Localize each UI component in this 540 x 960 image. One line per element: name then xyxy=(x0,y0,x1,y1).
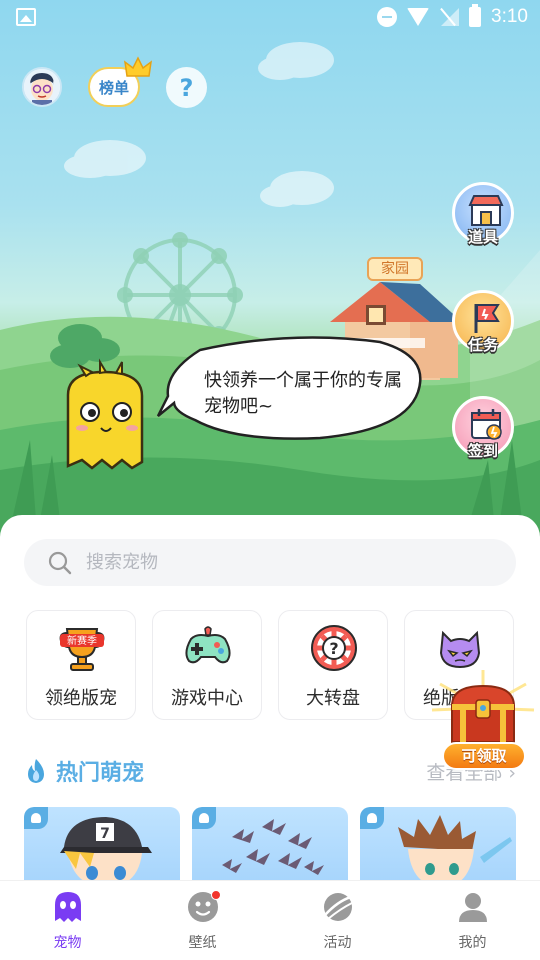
tab-label: 我的 xyxy=(458,935,487,951)
wifi-icon xyxy=(407,8,430,26)
leaderboard-label: 榜单 xyxy=(98,78,129,97)
help-button[interactable]: ? xyxy=(166,67,207,108)
tasks-button[interactable]: 任务 xyxy=(452,290,514,354)
home-sign[interactable]: 家园 xyxy=(367,257,423,281)
props-label: 道具 xyxy=(467,228,499,246)
devil-pet-icon xyxy=(439,630,481,669)
section-title: 热门萌宠 xyxy=(56,761,145,786)
pet-card-row: 7 xyxy=(24,807,540,887)
search-bar[interactable] xyxy=(24,539,516,586)
claim-label: 可领取 xyxy=(442,742,526,770)
gamepad-icon xyxy=(185,626,231,664)
flag-icon xyxy=(474,304,500,333)
pet-badge-icon xyxy=(360,807,384,829)
pet-card[interactable] xyxy=(192,807,348,887)
category-label: 游戏中心 xyxy=(171,688,243,709)
tab-wallpaper[interactable]: 壁纸 xyxy=(135,881,270,960)
yellow-pet xyxy=(66,358,144,470)
avatar-face-icon xyxy=(24,69,60,105)
flame-icon xyxy=(28,759,44,783)
search-input[interactable] xyxy=(86,547,486,578)
status-time: 3:10 xyxy=(491,6,528,27)
pet-card[interactable]: 7 xyxy=(24,807,180,887)
no-signal-icon xyxy=(439,8,460,26)
user-avatar[interactable] xyxy=(22,67,62,107)
treasure-chest-icon xyxy=(431,670,535,743)
planet-icon xyxy=(323,893,352,921)
pet-badge-icon xyxy=(24,807,48,829)
pet-badge-icon xyxy=(192,807,216,829)
notification-dot xyxy=(211,890,221,900)
tab-pets[interactable]: 宠物 xyxy=(0,881,135,960)
hot-pets-header: 热门萌宠 xyxy=(24,755,144,787)
calendar-icon xyxy=(471,409,502,440)
category-limited-pet[interactable]: 新赛季 领绝版宠 xyxy=(26,610,136,720)
lucky-wheel-icon: ? xyxy=(311,625,357,671)
gallery-notification-icon xyxy=(16,8,36,26)
tab-label: 宠物 xyxy=(53,935,82,951)
ghost-pet-icon xyxy=(54,892,81,922)
tab-profile[interactable]: 我的 xyxy=(405,881,540,960)
pet-card[interactable] xyxy=(360,807,516,887)
hero-scene: 3:10 榜单 ? 家园 快领养一个属于你的专属宠物吧~ 道具 任务 签到 xyxy=(0,0,540,540)
category-lucky-wheel[interactable]: ? 大转盘 xyxy=(278,610,388,720)
tab-label: 活动 xyxy=(323,935,352,951)
new-season-badge: 新赛季 xyxy=(67,634,97,647)
bottom-nav: 宠物 壁纸 活动 我的 xyxy=(0,880,540,960)
category-label: 领绝版宠 xyxy=(45,688,117,709)
help-icon: ? xyxy=(179,73,194,102)
checkin-label: 签到 xyxy=(467,442,499,460)
category-game-center[interactable]: 游戏中心 xyxy=(152,610,262,720)
tab-label: 壁纸 xyxy=(188,935,217,951)
crown-icon xyxy=(124,56,152,77)
svg-text:?: ? xyxy=(329,639,338,658)
category-label: 大转盘 xyxy=(306,688,360,709)
checkin-button[interactable]: 签到 xyxy=(452,396,514,460)
tab-activity[interactable]: 活动 xyxy=(270,881,405,960)
trophy-icon: 新赛季 xyxy=(59,628,105,671)
reward-chest-button[interactable]: 可领取 xyxy=(430,670,536,774)
person-icon xyxy=(458,893,487,922)
speech-bubble-text: 快领养一个属于你的专属宠物吧~ xyxy=(204,370,402,417)
svg-text:7: 7 xyxy=(100,826,110,842)
do-not-disturb-icon xyxy=(377,7,398,27)
garden-illustration xyxy=(0,42,540,540)
search-icon xyxy=(48,551,72,575)
shop-icon xyxy=(468,195,504,226)
status-bar: 3:10 xyxy=(0,0,540,36)
props-button[interactable]: 道具 xyxy=(452,182,514,246)
tasks-label: 任务 xyxy=(467,336,499,354)
battery-icon xyxy=(469,4,482,27)
